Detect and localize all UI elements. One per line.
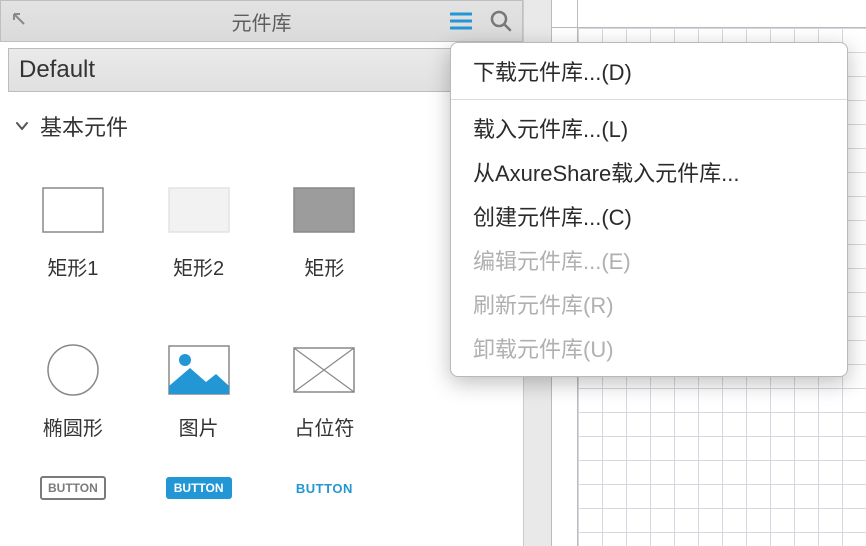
panel-header: 元件库	[0, 0, 523, 42]
button-widget-row: BUTTON BUTTON BUTTON	[0, 468, 523, 518]
rectangle-dark-icon	[293, 186, 355, 234]
library-selector-label: Default	[19, 56, 95, 84]
placeholder-icon	[293, 346, 355, 394]
widget-label: 矩形2	[173, 252, 224, 281]
image-icon	[168, 346, 230, 394]
widget-placeholder[interactable]: 占位符	[262, 318, 388, 468]
ellipse-icon	[42, 346, 104, 394]
widget-label: 图片	[179, 412, 219, 441]
menu-edit-library: 编辑元件库...(E)	[451, 238, 847, 282]
widget-rectangle-2[interactable]: 矩形2	[136, 158, 262, 308]
section-header[interactable]: 基本元件	[0, 92, 523, 148]
ruler-corner	[552, 0, 578, 28]
rectangle-light-icon	[168, 186, 230, 234]
widget-label: 占位符	[294, 412, 354, 441]
widget-button-outline[interactable]: BUTTON	[10, 468, 136, 508]
widget-ellipse[interactable]: 椭圆形	[10, 318, 136, 468]
button-primary-label: BUTTON	[166, 477, 232, 499]
menu-load-library[interactable]: 载入元件库...(L)	[451, 106, 847, 150]
widget-grid: 矩形1 矩形2 矩形 椭圆形 图片	[0, 148, 523, 468]
panel-title: 元件库	[1, 7, 522, 36]
horizontal-ruler[interactable]	[578, 0, 866, 28]
widget-rectangle-1[interactable]: 矩形1	[10, 158, 136, 308]
menu-icon[interactable]	[448, 8, 474, 34]
popout-icon[interactable]	[11, 11, 27, 27]
widget-image[interactable]: 图片	[136, 318, 262, 468]
library-selector[interactable]: Default	[8, 48, 515, 92]
menu-create-library[interactable]: 创建元件库...(C)	[451, 194, 847, 238]
menu-unload-library: 卸载元件库(U)	[451, 326, 847, 370]
menu-load-axshare[interactable]: 从AxureShare载入元件库...	[451, 150, 847, 194]
search-icon[interactable]	[488, 8, 514, 34]
widget-rectangle-3[interactable]: 矩形	[262, 158, 388, 308]
widget-label: 矩形	[304, 252, 344, 281]
widget-hidden-3	[387, 468, 513, 508]
widget-label: 矩形1	[47, 252, 98, 281]
widget-button-link[interactable]: BUTTON	[262, 468, 388, 508]
menu-separator	[451, 99, 847, 100]
menu-download-library[interactable]: 下载元件库...(D)	[451, 49, 847, 93]
library-options-menu: 下载元件库...(D) 载入元件库...(L) 从AxureShare载入元件库…	[450, 42, 848, 377]
widget-library-panel: 元件库 Default 基本元件 矩形1	[0, 0, 524, 546]
widget-label: 椭圆形	[43, 412, 103, 441]
chevron-down-icon	[14, 118, 30, 134]
rectangle-icon	[42, 186, 104, 234]
panel-header-actions	[448, 1, 514, 41]
button-outline-label: BUTTON	[40, 476, 106, 500]
section-title: 基本元件	[40, 110, 128, 142]
widget-button-primary[interactable]: BUTTON	[136, 468, 262, 508]
button-link-label: BUTTON	[296, 481, 353, 496]
menu-refresh-library: 刷新元件库(R)	[451, 282, 847, 326]
